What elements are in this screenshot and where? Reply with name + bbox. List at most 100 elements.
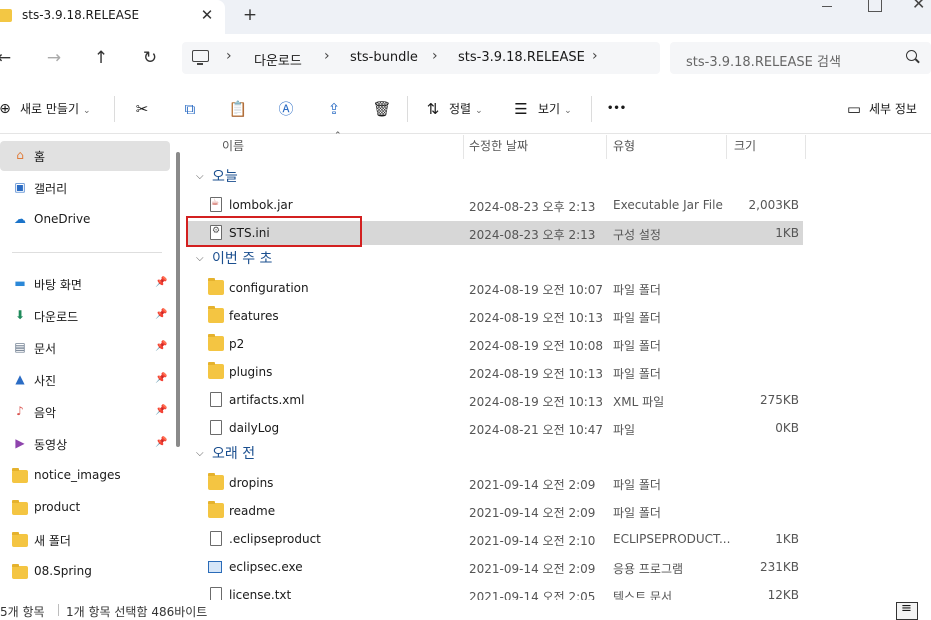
pin-icon[interactable]: 📌 bbox=[155, 437, 167, 448]
sidebar-item-08-spring[interactable]: 08.Spring bbox=[0, 557, 170, 587]
sort-label: 정렬 bbox=[449, 102, 472, 116]
breadcrumb-separator[interactable]: › bbox=[226, 48, 232, 64]
file-date: 2024-08-19 오전 10:13 bbox=[469, 395, 604, 409]
cut-icon[interactable]: ✂ bbox=[131, 98, 153, 120]
sidebar-item-label: 08.Spring bbox=[34, 564, 92, 578]
delete-icon[interactable]: 🗑 bbox=[371, 98, 393, 120]
column-header-modified[interactable]: 수정한 날짜 bbox=[469, 135, 528, 159]
share-icon[interactable]: ⇪ bbox=[323, 98, 345, 120]
sidebar-item-product[interactable]: product bbox=[0, 493, 170, 523]
sidebar-item-notice-images[interactable]: notice_images bbox=[0, 461, 170, 491]
file-size: 1KB bbox=[775, 226, 799, 240]
sort-button[interactable]: 정렬 ⌄ bbox=[449, 98, 483, 120]
sidebar-item-new-folder[interactable]: 새 폴더 bbox=[0, 525, 170, 555]
pin-icon[interactable]: 📌 bbox=[155, 373, 167, 384]
more-options-button[interactable]: ••• bbox=[607, 98, 626, 120]
search-icon[interactable] bbox=[906, 50, 917, 61]
maximize-button[interactable] bbox=[868, 0, 882, 12]
column-divider[interactable] bbox=[805, 135, 806, 159]
new-button[interactable]: 새로 만들기 ⌄ bbox=[20, 98, 91, 120]
pin-icon[interactable]: 📌 bbox=[155, 341, 167, 352]
file-date: 2021-09-14 오전 2:09 bbox=[469, 562, 596, 576]
details-button[interactable]: 세부 정보 bbox=[869, 98, 917, 120]
pin-icon[interactable]: 📌 bbox=[155, 277, 167, 288]
music-icon: ♪ bbox=[16, 404, 24, 418]
file-row-readme[interactable]: readme 2021-09-14 오전 2:09 파일 폴더 bbox=[186, 499, 803, 523]
column-divider[interactable] bbox=[726, 135, 727, 159]
file-type: 구성 설정 bbox=[613, 228, 661, 242]
chevron-down-icon: ⌵ bbox=[196, 448, 204, 459]
file-size: 0KB bbox=[775, 421, 799, 435]
column-divider[interactable] bbox=[463, 135, 464, 159]
file-row-lombok-jar[interactable]: lombok.jar 2024-08-23 오후 2:13 Executable… bbox=[186, 193, 803, 217]
search-input[interactable]: sts-3.9.18.RELEASE 검색 bbox=[670, 42, 931, 74]
sidebar-item-onedrive[interactable]: ☁ OneDrive bbox=[0, 205, 170, 235]
file-row-plugins[interactable]: plugins 2024-08-19 오전 10:13 파일 폴더 bbox=[186, 360, 803, 384]
column-header-name[interactable]: 이름 bbox=[222, 135, 244, 159]
breadcrumb-sts-bundle[interactable]: sts-bundle bbox=[350, 50, 418, 65]
pin-icon[interactable]: 📌 bbox=[155, 309, 167, 320]
forward-button[interactable]: → bbox=[42, 46, 66, 70]
copy-icon[interactable]: ⧉ bbox=[179, 98, 201, 120]
folder-icon bbox=[208, 501, 224, 518]
breadcrumb-sts-release[interactable]: sts-3.9.18.RELEASE bbox=[458, 50, 585, 65]
file-row-dropins[interactable]: dropins 2021-09-14 오전 2:09 파일 폴더 bbox=[186, 471, 803, 495]
sidebar-item-videos[interactable]: ▶ 동영상 📌 bbox=[0, 429, 170, 459]
sidebar-item-music[interactable]: ♪ 음악 📌 bbox=[0, 397, 170, 427]
breadcrumb-downloads[interactable]: 다운로드 bbox=[254, 50, 302, 69]
chevron-down-icon: ⌵ bbox=[196, 253, 204, 264]
close-window-button[interactable]: ✕ bbox=[912, 0, 925, 13]
rename-icon[interactable]: Ⓐ bbox=[275, 98, 297, 120]
sidebar-item-desktop[interactable]: ▬ 바탕 화면 📌 bbox=[0, 269, 170, 299]
refresh-button[interactable]: ↻ bbox=[138, 46, 162, 70]
file-date: 2024-08-19 오전 10:13 bbox=[469, 311, 604, 325]
file-row-features[interactable]: features 2024-08-19 오전 10:13 파일 폴더 bbox=[186, 304, 803, 328]
sidebar-scrollbar[interactable] bbox=[176, 152, 180, 447]
file-icon bbox=[210, 420, 222, 435]
breadcrumb-separator[interactable]: › bbox=[432, 48, 438, 64]
group-header-today[interactable]: ⌵ 오늘 bbox=[186, 166, 386, 188]
file-row-configuration[interactable]: configuration 2024-08-19 오전 10:07 파일 폴더 bbox=[186, 276, 803, 300]
column-header-size[interactable]: 크기 bbox=[734, 135, 756, 159]
file-type: 파일 bbox=[613, 423, 636, 437]
file-date: 2024-08-19 오전 10:08 bbox=[469, 339, 604, 353]
sort-icon[interactable]: ⇅ bbox=[422, 98, 444, 120]
file-row-dailylog[interactable]: dailyLog 2024-08-21 오전 10:47 파일 0KB bbox=[186, 416, 803, 440]
column-divider[interactable] bbox=[606, 135, 607, 159]
file-row-eclipsec-exe[interactable]: eclipsec.exe 2021-09-14 오전 2:09 응용 프로그램 … bbox=[186, 555, 803, 579]
breadcrumb-separator[interactable]: › bbox=[592, 48, 598, 64]
minimize-button[interactable] bbox=[812, 0, 842, 14]
view-icon[interactable]: ☰ bbox=[510, 98, 532, 120]
sidebar-item-home[interactable]: ⌂ 홈 bbox=[0, 141, 170, 171]
file-row-artifacts-xml[interactable]: artifacts.xml 2024-08-19 오전 10:13 XML 파일… bbox=[186, 388, 803, 412]
close-tab-button[interactable]: ✕ bbox=[198, 5, 216, 25]
pin-icon[interactable]: 📌 bbox=[155, 405, 167, 416]
sidebar-item-gallery[interactable]: ▣ 갤러리 bbox=[0, 173, 170, 203]
jar-file-icon bbox=[210, 197, 222, 212]
folder-icon bbox=[208, 306, 224, 323]
paste-icon[interactable]: 📋 bbox=[227, 98, 249, 120]
up-button[interactable]: ↑ bbox=[89, 46, 113, 70]
view-button[interactable]: 보기 ⌄ bbox=[538, 98, 572, 120]
file-type: Executable Jar File bbox=[613, 198, 723, 212]
file-row-eclipseproduct[interactable]: .eclipseproduct 2021-09-14 오전 2:10 ECLIP… bbox=[186, 527, 803, 551]
sidebar-item-documents[interactable]: ▤ 문서 📌 bbox=[0, 333, 170, 363]
plus-circle-icon[interactable]: ⊕ bbox=[0, 98, 16, 120]
sidebar-item-label: notice_images bbox=[34, 468, 121, 482]
sidebar-item-label: 바탕 화면 bbox=[34, 278, 82, 292]
sidebar-item-label: 동영상 bbox=[34, 438, 68, 452]
details-pane-icon[interactable]: ▭ bbox=[843, 98, 865, 120]
group-header-long-ago[interactable]: ⌵ 오래 전 bbox=[186, 443, 386, 465]
file-row-p2[interactable]: p2 2024-08-19 오전 10:08 파일 폴더 bbox=[186, 332, 803, 356]
sidebar-item-downloads[interactable]: ⬇ 다운로드 📌 bbox=[0, 301, 170, 331]
tab-sts-release[interactable]: sts-3.9.18.RELEASE ✕ bbox=[0, 0, 225, 34]
file-name: configuration bbox=[229, 281, 309, 295]
new-tab-button[interactable]: + bbox=[240, 5, 260, 25]
group-header-this-week[interactable]: ⌵ 이번 주 초 bbox=[186, 248, 386, 270]
back-button[interactable]: ← bbox=[0, 46, 16, 70]
details-view-toggle[interactable] bbox=[896, 601, 918, 620]
column-header-type[interactable]: 유형 bbox=[613, 135, 635, 159]
breadcrumb-separator[interactable]: › bbox=[324, 48, 330, 64]
sidebar-item-pictures[interactable]: ▲ 사진 📌 bbox=[0, 365, 170, 395]
address-bar[interactable]: › 다운로드 › sts-bundle › sts-3.9.18.RELEASE… bbox=[182, 42, 660, 74]
